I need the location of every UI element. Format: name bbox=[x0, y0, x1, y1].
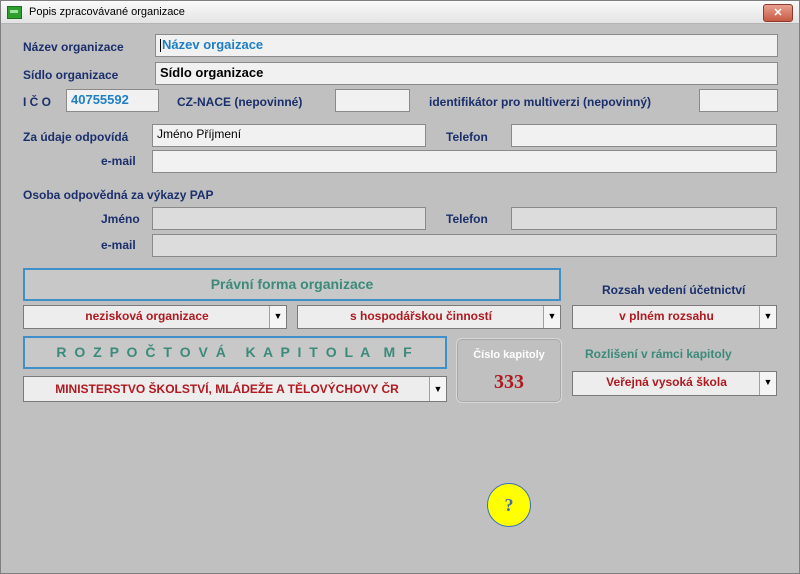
distinction-select[interactable]: Veřejná vysoká škola ▼ bbox=[572, 371, 777, 396]
ico-label: I Č O bbox=[23, 95, 52, 109]
pap-phone-input[interactable] bbox=[511, 207, 777, 230]
app-icon bbox=[7, 6, 22, 19]
help-button[interactable]: ? bbox=[487, 483, 531, 527]
responsible-email-input[interactable] bbox=[152, 150, 777, 173]
responsible-label: Za údaje odpovídá bbox=[23, 130, 129, 144]
responsible-phone-input[interactable] bbox=[511, 124, 777, 147]
cznace-label: CZ-NACE (nepovinné) bbox=[177, 95, 303, 109]
org-seat-label: Sídlo organizace bbox=[23, 68, 119, 82]
ministry-value: MINISTERSTVO ŠKOLSTVÍ, MLÁDEŽE A TĚLOVÝC… bbox=[55, 382, 399, 396]
dropdown-arrow-icon[interactable]: ▼ bbox=[429, 377, 446, 401]
chapter-number-label: Číslo kapitoly bbox=[473, 349, 545, 361]
responsible-email-label: e-mail bbox=[101, 154, 136, 168]
pap-name-input[interactable] bbox=[152, 207, 426, 230]
pap-email-label: e-mail bbox=[101, 238, 136, 252]
distinction-label: Rozlišení v rámci kapitoly bbox=[585, 347, 732, 361]
org-name-label: Název organizace bbox=[23, 40, 124, 54]
pap-name-label: Jméno bbox=[101, 212, 140, 226]
org-seat-input[interactable]: Sídlo organizace bbox=[155, 62, 778, 85]
accounting-value: v plném rozsahu bbox=[619, 309, 714, 323]
ico-input[interactable]: 40755592 bbox=[66, 89, 159, 112]
text-cursor bbox=[160, 39, 161, 53]
responsible-name-input[interactable]: Jméno Příjmení bbox=[152, 124, 426, 147]
legal-form-type-select[interactable]: nezisková organizace ▼ bbox=[23, 305, 287, 329]
dropdown-arrow-icon[interactable]: ▼ bbox=[759, 372, 776, 395]
multiverze-input[interactable] bbox=[699, 89, 778, 112]
close-button[interactable]: ✕ bbox=[763, 4, 793, 22]
budget-chapter-header: R O Z P O Č T O V Á K A P I T O L A M F bbox=[23, 336, 447, 369]
pap-phone-label: Telefon bbox=[446, 212, 488, 226]
chapter-number-box: Číslo kapitoly 333 bbox=[456, 338, 562, 403]
organization-window: Popis zpracovávané organizace ✕ Název or… bbox=[0, 0, 800, 574]
multiverze-label: identifikátor pro multiverzi (nepovinný) bbox=[429, 95, 652, 109]
pap-heading: Osoba odpovědná za výkazy PAP bbox=[23, 188, 214, 202]
chapter-number-value: 333 bbox=[494, 371, 524, 393]
accounting-label: Rozsah vedení účetnictví bbox=[602, 283, 746, 297]
legal-form-type-value: nezisková organizace bbox=[85, 309, 209, 323]
distinction-value: Veřejná vysoká škola bbox=[606, 375, 727, 389]
cznace-input[interactable] bbox=[335, 89, 410, 112]
responsible-phone-label: Telefon bbox=[446, 130, 488, 144]
org-name-value: Název orgaizace bbox=[162, 37, 264, 52]
pap-email-input[interactable] bbox=[152, 234, 777, 257]
ministry-select[interactable]: MINISTERSTVO ŠKOLSTVÍ, MLÁDEŽE A TĚLOVÝC… bbox=[23, 376, 447, 402]
dropdown-arrow-icon[interactable]: ▼ bbox=[543, 306, 560, 328]
accounting-select[interactable]: v plném rozsahu ▼ bbox=[572, 305, 777, 329]
dropdown-arrow-icon[interactable]: ▼ bbox=[269, 306, 286, 328]
legal-form-header: Právní forma organizace bbox=[23, 268, 561, 301]
title-bar[interactable]: Popis zpracovávané organizace ✕ bbox=[1, 1, 799, 24]
window-title: Popis zpracovávané organizace bbox=[29, 6, 185, 18]
legal-form-activity-value: s hospodářskou činností bbox=[349, 309, 493, 323]
legal-form-activity-select[interactable]: s hospodářskou činností ▼ bbox=[297, 305, 561, 329]
dropdown-arrow-icon[interactable]: ▼ bbox=[759, 306, 776, 328]
org-name-input[interactable]: Název orgaizace bbox=[155, 34, 778, 57]
